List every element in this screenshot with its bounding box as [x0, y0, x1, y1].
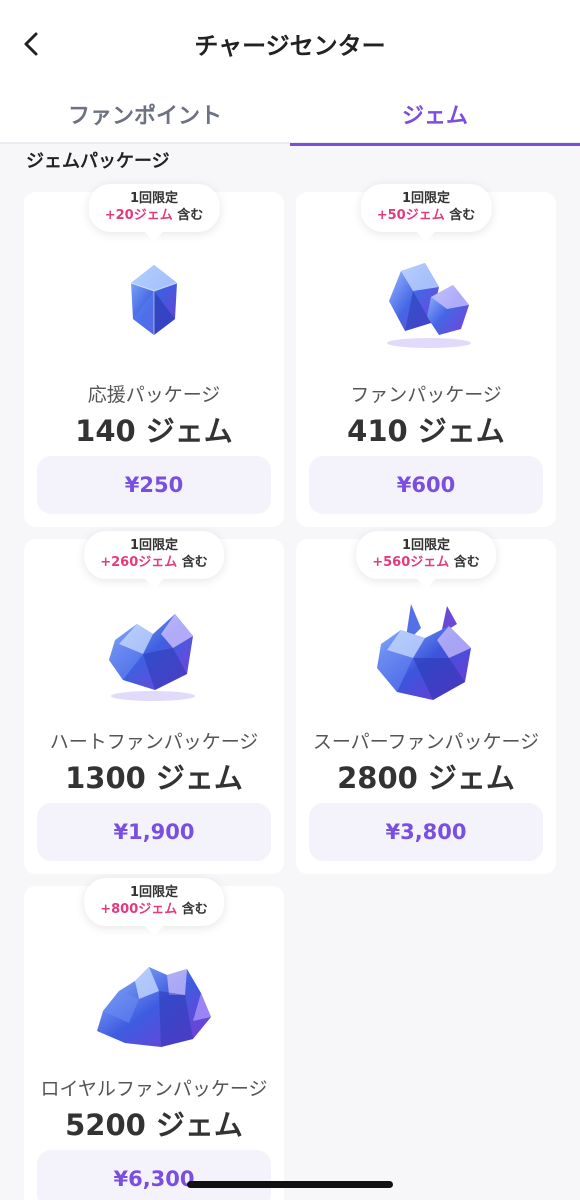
gem-pair-icon	[387, 263, 471, 348]
limit-badge: 1回限定 +800ジェム 含む	[84, 878, 224, 926]
package-amount: 5200 ジェム	[65, 1108, 243, 1142]
price-button[interactable]: ¥3,800	[309, 803, 543, 861]
page-title: チャージセンター	[194, 32, 386, 60]
limit-badge: 1回限定 +50ジェム 含む	[360, 184, 492, 232]
badge-limit-text: 1回限定	[129, 885, 179, 900]
home-indicator	[187, 1181, 393, 1188]
limit-badge: 1回限定 +20ジェム 含む	[88, 184, 220, 232]
package-amount: 1300 ジェム	[65, 761, 243, 795]
package-name: ファンパッケージ	[350, 384, 502, 406]
badge-included-text: 含む	[181, 555, 208, 570]
badge-bonus-text: +50ジェム	[376, 208, 445, 223]
header: チャージセンター	[0, 0, 580, 84]
badge-bonus-text: +560ジェム	[372, 555, 450, 570]
tab-fan-points[interactable]: ファンポイント	[0, 84, 290, 144]
badge-included-text: 含む	[449, 208, 476, 223]
package-card[interactable]: 1回限定 +560ジェム 含む スーパーファンパッケージ 2800 ジェム ¥3…	[296, 531, 556, 874]
package-name: スーパーファンパッケージ	[312, 731, 540, 753]
package-grid: 1回限定 +20ジェム 含む 応援パッケージ 140 ジェム ¥250 1回限定…	[24, 184, 556, 1200]
price-button[interactable]: ¥250	[37, 456, 271, 514]
package-card[interactable]: 1回限定 +50ジェム 含む ファンパッケージ 410 ジェム ¥600	[296, 184, 556, 527]
package-amount: 410 ジェム	[347, 414, 505, 448]
section-title: ジェムパッケージ	[26, 151, 170, 172]
package-amount: 140 ジェム	[75, 414, 233, 448]
gem-small-icon	[130, 265, 178, 335]
price-button[interactable]: ¥1,900	[37, 803, 271, 861]
gem-large-cluster-icon	[377, 604, 471, 700]
limit-badge: 1回限定 +560ジェム 含む	[356, 531, 496, 579]
package-name: ロイヤルファンパッケージ	[40, 1078, 268, 1100]
tab-bar: ファンポイント ジェム	[0, 84, 580, 146]
gem-pile-icon	[97, 967, 211, 1047]
package-card[interactable]: 1回限定 +260ジェム 含む ハートファンパッケージ 1300 ジェム ¥1,…	[24, 531, 284, 874]
badge-bonus-text: +260ジェム	[100, 555, 178, 570]
badge-limit-text: 1回限定	[129, 538, 179, 553]
gem-cluster-icon	[109, 614, 195, 701]
badge-bonus-text: +800ジェム	[100, 902, 178, 917]
badge-included-text: 含む	[177, 208, 204, 223]
badge-limit-text: 1回限定	[401, 191, 451, 206]
badge-limit-text: 1回限定	[129, 191, 179, 206]
price-button[interactable]: ¥600	[309, 456, 543, 514]
package-card[interactable]: 1回限定 +20ジェム 含む 応援パッケージ 140 ジェム ¥250	[24, 184, 284, 527]
package-card[interactable]: 1回限定 +800ジェム 含む ロイヤルファンパッケージ 5200 ジェム ¥6…	[24, 878, 284, 1200]
price-button[interactable]: ¥6,300	[37, 1150, 271, 1200]
badge-bonus-text: +20ジェム	[104, 208, 173, 223]
badge-included-text: 含む	[453, 555, 480, 570]
package-name: 応援パッケージ	[87, 384, 221, 406]
package-name: ハートファンパッケージ	[49, 731, 259, 753]
package-amount: 2800 ジェム	[337, 761, 515, 795]
limit-badge: 1回限定 +260ジェム 含む	[84, 531, 224, 579]
badge-included-text: 含む	[181, 902, 208, 917]
badge-limit-text: 1回限定	[401, 538, 451, 553]
tab-gems[interactable]: ジェム	[290, 84, 580, 146]
